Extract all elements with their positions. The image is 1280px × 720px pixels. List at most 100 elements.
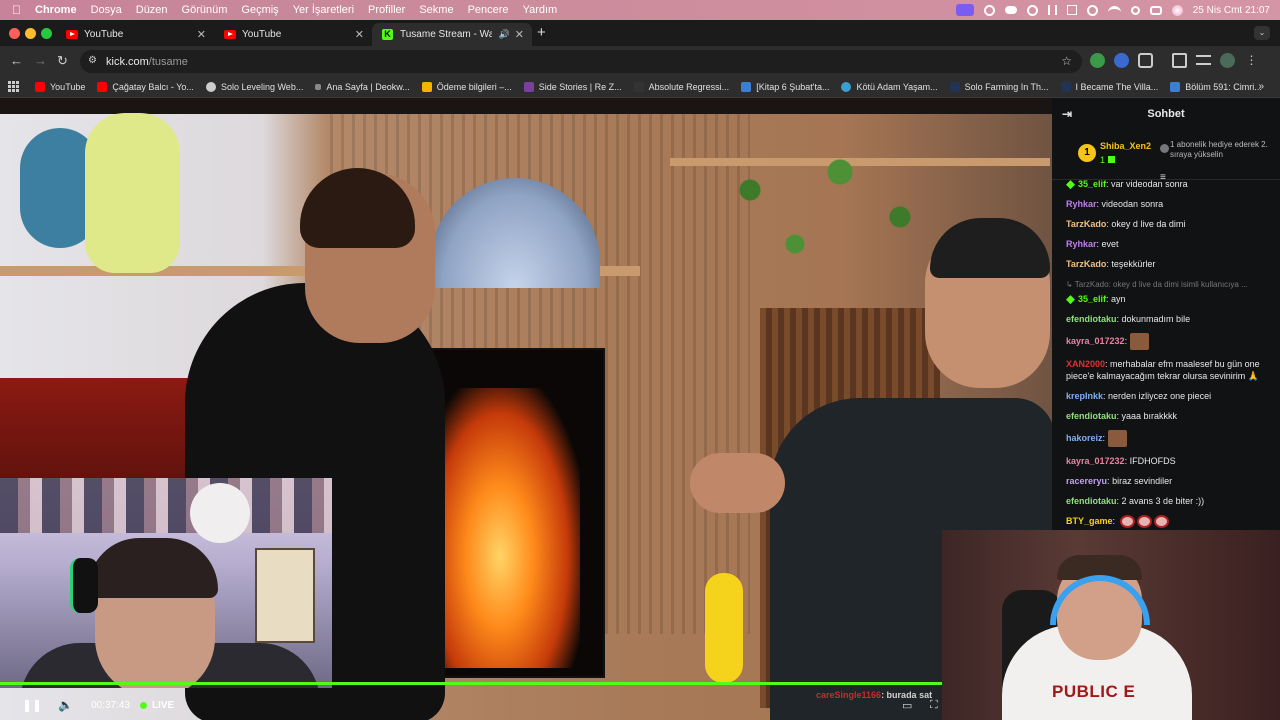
chat-message[interactable]: 35_elif: var videodan sonra [1066, 178, 1266, 190]
bookmark-item[interactable]: Ödeme bilgileri –... [421, 81, 512, 92]
menu-item-help[interactable]: Yardım [523, 4, 558, 16]
extensions-puzzle-icon[interactable] [1138, 53, 1153, 68]
chat-username[interactable]: racereryu [1066, 476, 1107, 486]
menu-item-bookmarks[interactable]: Yer İşaretleri [293, 4, 354, 16]
collapse-chat-icon[interactable]: ⇥ [1062, 107, 1072, 121]
chat-username[interactable]: BTY_game [1066, 516, 1113, 526]
apps-grid-icon[interactable] [8, 81, 19, 92]
chat-username[interactable]: kayra_017232 [1066, 336, 1125, 346]
bookmark-item[interactable]: Side Stories | Re Z... [523, 81, 622, 92]
video-player[interactable] [0, 98, 1052, 720]
chat-message[interactable]: TarzKado: teşekkürler [1066, 258, 1266, 270]
chat-username[interactable]: efendiotaku [1066, 496, 1117, 506]
bookmark-item[interactable]: Solo Farming In Th... [949, 81, 1049, 92]
site-info-icon[interactable]: ⚙ [88, 55, 99, 66]
tab-kick-stream[interactable]: K Tusame Stream - Watch L 🔊 ✕ [372, 23, 532, 46]
bookmark-item[interactable]: [Kitap 6 Şubat'ta... [741, 81, 829, 92]
minimize-window-button[interactable] [25, 28, 36, 39]
bookmark-item[interactable]: Absolute Regressi... [633, 81, 729, 92]
media-controls-icon[interactable] [1196, 55, 1211, 65]
chat-message[interactable]: Ryhkar: evet [1066, 238, 1266, 250]
grid-icon[interactable] [1066, 5, 1077, 15]
bookmark-star-icon[interactable]: ☆ [1061, 54, 1072, 68]
menu-item-view[interactable]: Görünüm [182, 4, 228, 16]
close-tab-icon[interactable]: ✕ [355, 28, 364, 41]
control-center-icon[interactable] [1149, 5, 1162, 15]
theater-mode-icon[interactable]: ▭ [902, 699, 912, 712]
bookmark-item[interactable]: I Became The Villa... [1060, 81, 1158, 92]
bookmarks-overflow-icon[interactable]: » [1258, 81, 1264, 92]
tab-youtube-1[interactable]: YouTube ✕ [56, 23, 214, 46]
screen-share-icon[interactable] [955, 4, 974, 16]
chat-message[interactable]: efendiotaku: dokunmadım bile [1066, 313, 1266, 325]
chat-message[interactable]: efendiotaku: yaaa bırakkkk [1066, 410, 1266, 422]
chat-message[interactable]: XAN2000: merhabalar efm maalesef bu gün … [1066, 358, 1266, 382]
search-icon[interactable] [1130, 5, 1140, 15]
chat-message[interactable]: kayra_017232: [1066, 333, 1266, 350]
more-menu-icon[interactable]: ⋮ [1244, 53, 1259, 68]
reload-icon[interactable]: ↻ [57, 53, 68, 69]
address-bar[interactable]: ⚙ kick.com/tusame ☆ [80, 50, 1082, 73]
chat-message[interactable]: Ryhkar: videodan sonra [1066, 198, 1266, 210]
chat-username[interactable]: kayra_017232 [1066, 456, 1125, 466]
play-circle-icon[interactable] [1086, 4, 1098, 16]
speaker-icon[interactable]: 🔊 [499, 29, 510, 40]
menu-item-file[interactable]: Dosya [91, 4, 122, 16]
bookmark-item[interactable]: Solo Leveling Web... [205, 81, 303, 92]
siri-icon[interactable] [1171, 4, 1183, 16]
chat-username[interactable]: efendiotaku [1066, 411, 1117, 421]
chat-message[interactable]: krepInkk: nerden izliycez one piecei [1066, 390, 1266, 402]
live-badge[interactable]: LIVE [140, 700, 174, 711]
cloud-icon[interactable] [1004, 6, 1017, 14]
chat-message[interactable]: kayra_017232: IFDHOFDS [1066, 455, 1266, 467]
close-tab-icon[interactable]: ✕ [197, 28, 206, 41]
chat-message[interactable]: BTY_game: [1066, 515, 1266, 529]
leaderboard-banner[interactable]: 1 Shiba_Xen2 1 1 abonelik hediye ederek … [1052, 130, 1280, 183]
bookmark-item[interactable]: Çağatay Balcı - Yo... [97, 81, 194, 92]
chat-username[interactable]: hakoreiz [1066, 433, 1103, 443]
back-icon[interactable]: ← [10, 53, 23, 68]
record-icon[interactable] [1026, 4, 1038, 16]
menu-item-tab[interactable]: Sekme [419, 4, 453, 16]
chat-username[interactable]: 35_elif [1078, 294, 1106, 304]
bookmark-item[interactable]: Kötü Adam Yaşam... [841, 81, 938, 92]
menu-item-edit[interactable]: Düzen [136, 4, 168, 16]
leader-name[interactable]: Shiba_Xen2 [1100, 141, 1151, 151]
menu-item-window[interactable]: Pencere [468, 4, 509, 16]
progress-bar[interactable] [0, 682, 942, 685]
profile-avatar[interactable] [1220, 53, 1235, 68]
volume-icon[interactable]: 🔈 [58, 698, 73, 712]
fullscreen-icon[interactable]: ⛶ [930, 699, 938, 712]
chat-username[interactable]: XAN2000 [1066, 359, 1105, 369]
tab-youtube-2[interactable]: YouTube ✕ [214, 23, 372, 46]
tab-search-icon[interactable]: ⌄ [1254, 26, 1270, 40]
circle-status-icon[interactable] [983, 4, 995, 16]
chat-username[interactable]: efendiotaku [1066, 314, 1117, 324]
chat-message[interactable]: efendiotaku: 2 avans 3 de biter :)) [1066, 495, 1266, 507]
chat-message[interactable]: racereryu: biraz sevindiler [1066, 475, 1266, 487]
bookmark-item[interactable]: YouTube [35, 81, 85, 92]
close-window-button[interactable] [9, 28, 20, 39]
chat-username[interactable]: 35_elif [1078, 179, 1106, 189]
extension-blue-icon[interactable] [1114, 53, 1129, 68]
bookmark-item[interactable]: Bölüm 591: Cimri... [1170, 81, 1262, 92]
menu-app-name[interactable]: Chrome [35, 4, 77, 16]
chat-reply-context[interactable]: ↳ TarzKado: okey d live da dimi isimli k… [1066, 278, 1266, 291]
chat-username[interactable]: TarzKado [1066, 219, 1106, 229]
zoom-window-button[interactable] [41, 28, 52, 39]
chat-message[interactable]: TarzKado: okey d live da dimi [1066, 218, 1266, 230]
extension-green-icon[interactable] [1090, 53, 1105, 68]
apple-icon[interactable]:  [12, 3, 21, 17]
pause-icon[interactable]: ❚❚ [22, 698, 42, 712]
chat-username[interactable]: Ryhkar [1066, 239, 1097, 249]
new-tab-button[interactable]: + [537, 24, 546, 41]
wifi-icon[interactable] [1107, 6, 1121, 14]
side-panel-icon[interactable] [1172, 53, 1187, 68]
chat-username[interactable]: TarzKado [1066, 259, 1106, 269]
menubar-clock[interactable]: 25 Nis Cmt 21:07 [1193, 5, 1270, 16]
menu-item-profiles[interactable]: Profiller [368, 4, 405, 16]
chat-username[interactable]: Ryhkar [1066, 199, 1097, 209]
control-icon[interactable] [1047, 5, 1057, 15]
menu-item-history[interactable]: Geçmiş [241, 4, 278, 16]
chat-message[interactable]: hakoreiz: [1066, 430, 1266, 447]
